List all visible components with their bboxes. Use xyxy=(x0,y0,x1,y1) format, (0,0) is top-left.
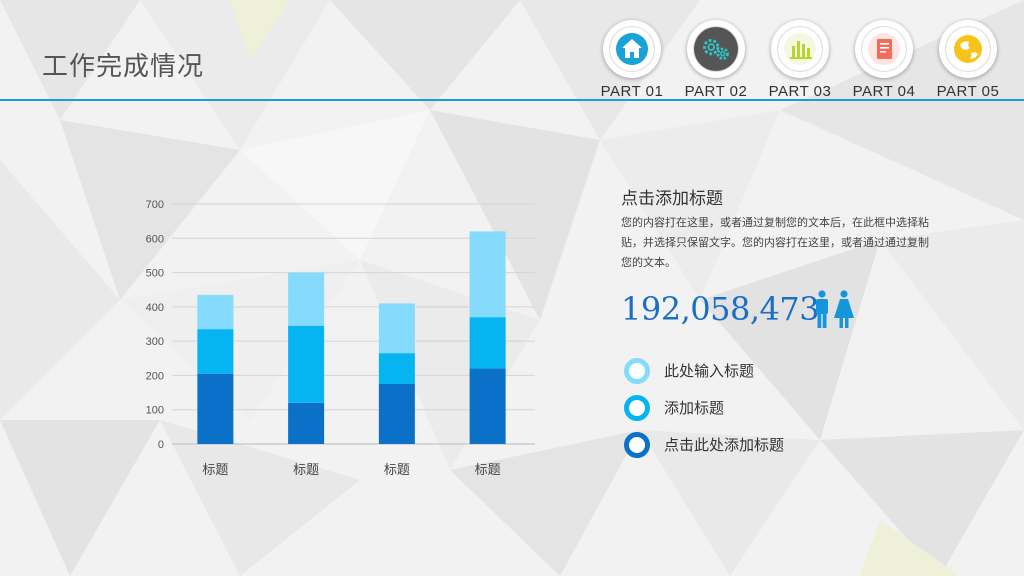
nav-part-03[interactable]: PART 03 xyxy=(758,20,842,102)
nav-icon-badge-inner xyxy=(609,26,655,72)
legend-item[interactable]: 此处输入标题 xyxy=(624,352,924,389)
y-tick-label: 0 xyxy=(158,439,164,451)
bar-segment xyxy=(469,368,506,444)
x-tick-label: 标题 xyxy=(293,463,319,478)
x-tick-label: 标题 xyxy=(384,463,410,478)
nav-icon-badge xyxy=(771,20,829,78)
ring-icon xyxy=(624,394,650,421)
bar-chart-icon xyxy=(784,33,816,65)
nav-label: PART 05 xyxy=(936,83,1000,100)
house-icon xyxy=(616,33,648,65)
y-tick-label: 100 xyxy=(146,405,164,417)
legend-label: 此处输入标题 xyxy=(664,362,755,380)
nav-icon-badge-inner xyxy=(861,26,907,72)
gears-icon xyxy=(694,27,738,71)
bar-segment xyxy=(378,384,415,444)
chart-x-axis-labels: 标题 标题 标题 标题 xyxy=(202,463,500,478)
nav-part-01[interactable]: PART 01 xyxy=(590,20,674,102)
nav-part-04[interactable]: PART 04 xyxy=(842,20,926,102)
y-tick-label: 700 xyxy=(146,199,164,211)
y-tick-label: 400 xyxy=(146,302,164,314)
ring-icon xyxy=(624,431,650,458)
nav-label: PART 02 xyxy=(684,83,748,100)
part-navigation: PART 01 PART 02 PART 03 PART 04 PART 05 xyxy=(590,20,1010,102)
nav-part-05[interactable]: PART 05 xyxy=(926,20,1010,102)
nav-label: PART 04 xyxy=(852,83,916,100)
nav-label: PART 03 xyxy=(768,83,832,100)
bar-segment xyxy=(378,353,415,384)
page-title: 工作完成情况 xyxy=(42,52,205,82)
y-tick-label: 200 xyxy=(146,370,164,382)
nav-icon-badge-inner xyxy=(945,26,991,72)
bar-segment xyxy=(469,231,506,318)
bar-segment xyxy=(378,303,415,354)
y-tick-label: 500 xyxy=(146,268,164,280)
bar-segment xyxy=(197,294,234,330)
info-title: 点击添加标题 xyxy=(621,189,723,209)
nav-part-02[interactable]: PART 02 xyxy=(674,20,758,102)
bar-segment xyxy=(469,317,506,369)
nav-icon-badge xyxy=(855,20,913,78)
nav-icon-badge-inner xyxy=(693,26,739,72)
legend-item[interactable]: 添加标题 xyxy=(624,389,924,426)
nav-icon-badge xyxy=(687,20,745,78)
y-tick-label: 300 xyxy=(146,336,164,348)
y-tick-label: 600 xyxy=(146,233,164,245)
x-tick-label: 标题 xyxy=(475,463,501,478)
nav-icon-badge-inner xyxy=(777,26,823,72)
nav-label: PART 01 xyxy=(600,83,664,100)
male-female-icon xyxy=(816,290,854,328)
stacked-bar-chart: 0 100 200 300 400 500 600 700 标题 标题 标题 标题 xyxy=(146,199,535,478)
notebook-icon xyxy=(868,33,900,65)
bar-segment xyxy=(197,329,234,374)
chart-y-axis-labels: 0 100 200 300 400 500 600 700 xyxy=(146,199,164,451)
nav-icon-badge xyxy=(939,20,997,78)
globe-icon xyxy=(954,35,982,63)
bar-segment xyxy=(197,373,234,444)
bar-segment xyxy=(288,402,325,444)
ring-icon xyxy=(624,357,650,384)
info-body: 您的内容打在这里，或者通过复制您的文本后，在此框中选择粘贴，并选择只保留文字。您… xyxy=(621,216,929,269)
bar-segment xyxy=(288,325,325,403)
chart-bars xyxy=(197,231,506,444)
bar-segment xyxy=(288,272,325,326)
legend-label: 添加标题 xyxy=(664,399,725,417)
x-tick-label: 标题 xyxy=(202,463,228,478)
legend-item[interactable]: 点击此处添加标题 xyxy=(624,426,924,463)
nav-icon-badge xyxy=(603,20,661,78)
legend: 此处输入标题 添加标题 点击此处添加标题 xyxy=(624,352,924,463)
highlight-number: 192,058,473 xyxy=(621,290,820,328)
legend-label: 点击此处添加标题 xyxy=(664,436,785,454)
